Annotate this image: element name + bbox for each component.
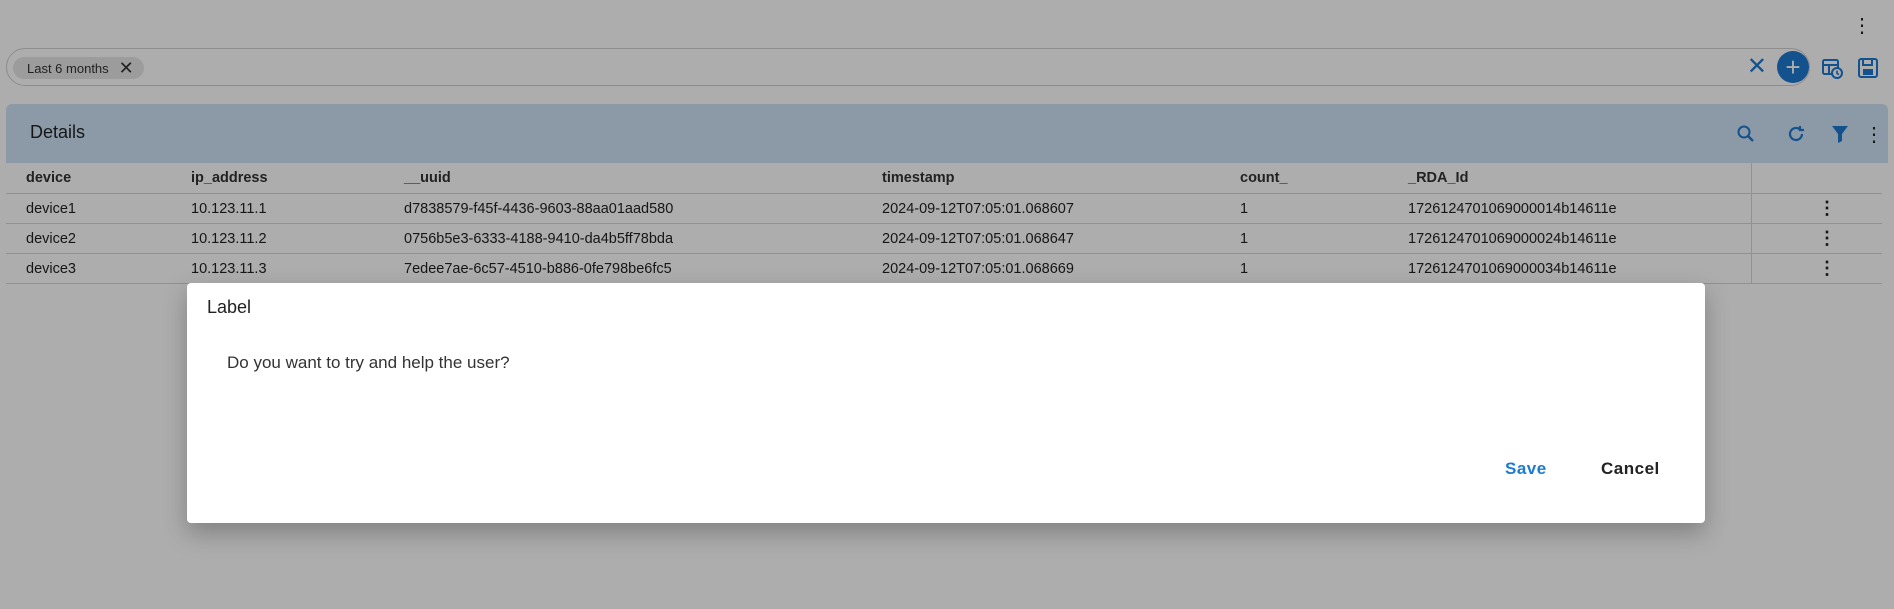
dialog-message: Do you want to try and help the user? [227, 353, 510, 372]
save-button[interactable]: Save [1505, 459, 1547, 479]
label-dialog: Label Do you want to try and help the us… [187, 283, 1705, 523]
cancel-button[interactable]: Cancel [1601, 459, 1660, 479]
dialog-title: Label [207, 297, 252, 317]
